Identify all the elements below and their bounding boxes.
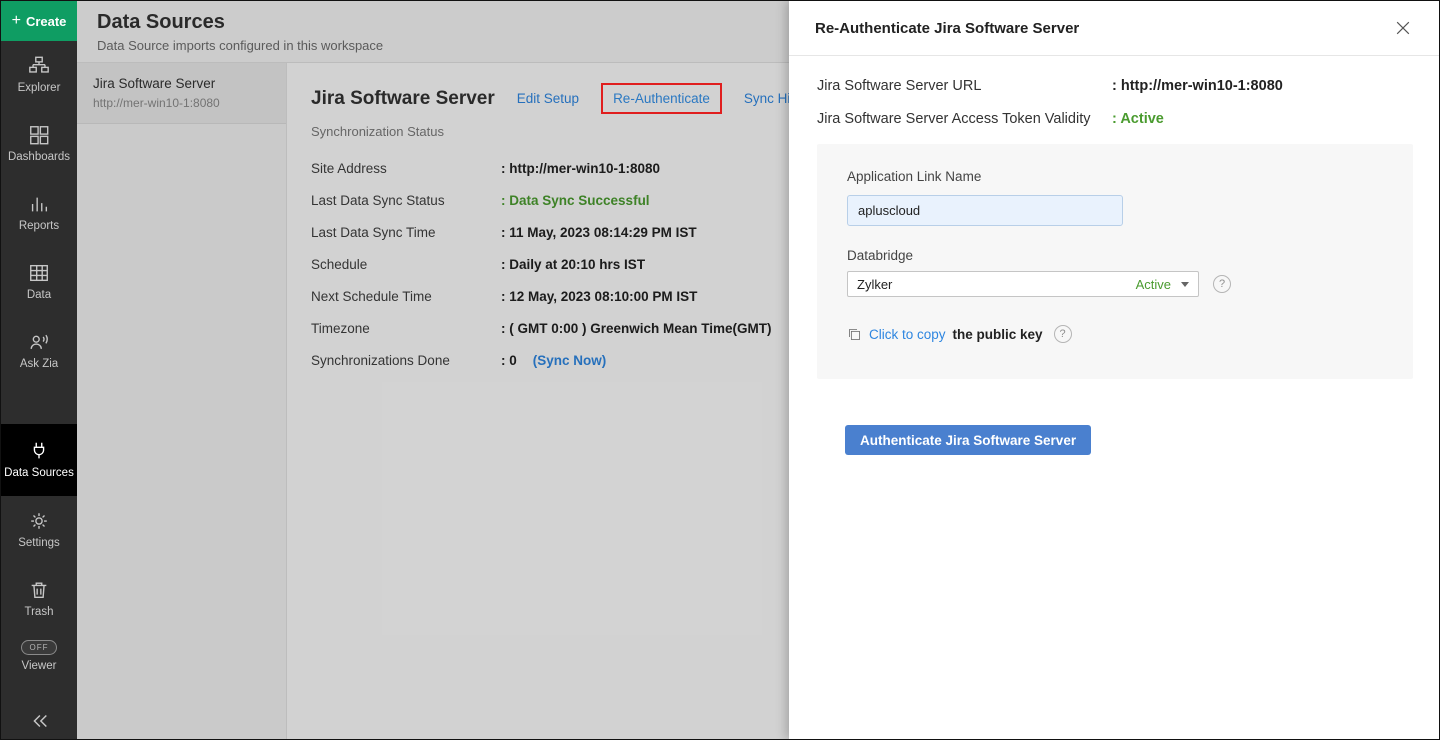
row-value: 11 May, 2023 08:14:29 PM IST — [501, 225, 697, 240]
ask-zia-icon — [28, 331, 50, 353]
row-label: Synchronizations Done — [311, 353, 501, 368]
row-value: 12 May, 2023 08:10:00 PM IST — [501, 289, 697, 304]
app-link-name-label: Application Link Name — [847, 169, 981, 184]
sidebar-nav: Explorer Dashboards Reports Data — [1, 41, 77, 674]
sidebar-item-label: Explorer — [18, 82, 61, 96]
create-button-label: Create — [26, 14, 66, 29]
gear-icon — [28, 510, 50, 532]
edit-setup-link[interactable]: Edit Setup — [517, 91, 579, 106]
databridge-select[interactable]: Zylker Active — [847, 271, 1199, 297]
sidebar-item-label: Data Sources — [4, 467, 74, 481]
row-label: Schedule — [311, 257, 501, 272]
sync-now-link[interactable]: (Sync Now) — [533, 353, 607, 368]
sidebar-item-settings[interactable]: Settings — [1, 496, 77, 565]
detail-title: Jira Software Server — [311, 88, 495, 110]
reauth-form-box: Application Link Name Databridge Zylker … — [817, 144, 1413, 379]
sidebar-item-label: Ask Zia — [20, 358, 58, 372]
collapse-arrows-icon — [28, 710, 50, 732]
reauth-panel-body: Jira Software Server URL http://mer-win1… — [789, 56, 1439, 455]
sidebar-item-ask-zia[interactable]: Ask Zia — [1, 317, 77, 386]
plus-icon: + — [12, 13, 21, 29]
row-value: ( GMT 0:00 ) Greenwich Mean Time(GMT) — [501, 321, 772, 336]
databridge-selected-value: Zylker — [857, 277, 1136, 292]
copy-icon[interactable] — [847, 327, 862, 342]
databridge-status: Active — [1136, 277, 1171, 292]
viewer-label: Viewer — [22, 660, 57, 674]
trash-icon — [28, 579, 50, 601]
sidebar: + Create Explorer Dashboards Reports — [1, 1, 77, 739]
databridge-row: Zylker Active ? — [847, 271, 1383, 297]
databridge-help-icon[interactable]: ? — [1213, 275, 1231, 293]
row-label: Last Data Sync Time — [311, 225, 501, 240]
row-label: Site Address — [311, 161, 501, 176]
click-to-copy-link[interactable]: Click to copy — [869, 327, 946, 342]
sidebar-item-data-sources[interactable]: Data Sources — [1, 424, 77, 496]
reauth-panel: Re-Authenticate Jira Software Server Jir… — [789, 1, 1439, 739]
viewer-toggle-block[interactable]: OFF Viewer — [1, 640, 77, 674]
dashboards-icon — [28, 124, 50, 146]
sidebar-item-trash[interactable]: Trash — [1, 565, 77, 634]
info-value: http://mer-win10-1:8080 — [1112, 78, 1283, 94]
sidebar-item-explorer[interactable]: Explorer — [1, 41, 77, 110]
create-button[interactable]: + Create — [1, 1, 77, 41]
sidebar-item-label: Data — [27, 289, 51, 303]
source-name: Jira Software Server — [93, 76, 270, 91]
sidebar-item-label: Reports — [19, 220, 59, 234]
reauth-panel-title: Re-Authenticate Jira Software Server — [815, 20, 1079, 37]
viewer-toggle[interactable]: OFF — [21, 640, 57, 655]
app-window: + Create Explorer Dashboards Reports — [0, 0, 1440, 740]
row-label: Timezone — [311, 321, 501, 336]
info-label: Jira Software Server URL — [817, 78, 1112, 94]
data-table-icon — [28, 262, 50, 284]
info-value: Active — [1112, 111, 1164, 127]
sidebar-divider — [1, 386, 77, 424]
authenticate-button[interactable]: Authenticate Jira Software Server — [845, 425, 1091, 455]
close-panel-button[interactable] — [1393, 18, 1413, 38]
info-row-token-validity: Jira Software Server Access Token Validi… — [817, 111, 1413, 127]
re-authenticate-link[interactable]: Re-Authenticate — [601, 83, 722, 114]
sidebar-item-label: Dashboards — [8, 151, 70, 165]
row-value: Data Sync Successful — [501, 193, 650, 208]
sidebar-item-reports[interactable]: Reports — [1, 179, 77, 248]
sidebar-item-label: Settings — [18, 537, 60, 551]
explorer-icon — [28, 55, 50, 77]
row-value: 0 — [501, 353, 517, 368]
public-key-help-icon[interactable]: ? — [1054, 325, 1072, 343]
source-list-item-jira[interactable]: Jira Software Server http://mer-win10-1:… — [77, 63, 286, 124]
chevron-down-icon — [1181, 282, 1189, 287]
row-label: Last Data Sync Status — [311, 193, 501, 208]
data-sources-icon — [28, 440, 50, 462]
databridge-label: Databridge — [847, 248, 1383, 263]
sidebar-item-dashboards[interactable]: Dashboards — [1, 110, 77, 179]
row-label: Next Schedule Time — [311, 289, 501, 304]
source-url: http://mer-win10-1:8080 — [93, 96, 270, 110]
sidebar-item-label: Trash — [25, 606, 54, 620]
public-key-copy-row: Click to copy the public key ? — [847, 325, 1383, 343]
collapse-sidebar-button[interactable] — [1, 703, 77, 739]
info-row-server-url: Jira Software Server URL http://mer-win1… — [817, 78, 1413, 94]
reauth-panel-header: Re-Authenticate Jira Software Server — [789, 1, 1439, 56]
close-icon — [1393, 25, 1413, 42]
sidebar-item-data[interactable]: Data — [1, 248, 77, 317]
reports-icon — [28, 193, 50, 215]
info-label: Jira Software Server Access Token Validi… — [817, 111, 1112, 127]
data-source-list: Jira Software Server http://mer-win10-1:… — [77, 63, 287, 739]
row-value: http://mer-win10-1:8080 — [501, 161, 660, 176]
application-link-name-input[interactable] — [847, 195, 1123, 226]
row-value: Daily at 20:10 hrs IST — [501, 257, 645, 272]
public-key-text: the public key — [953, 327, 1043, 342]
